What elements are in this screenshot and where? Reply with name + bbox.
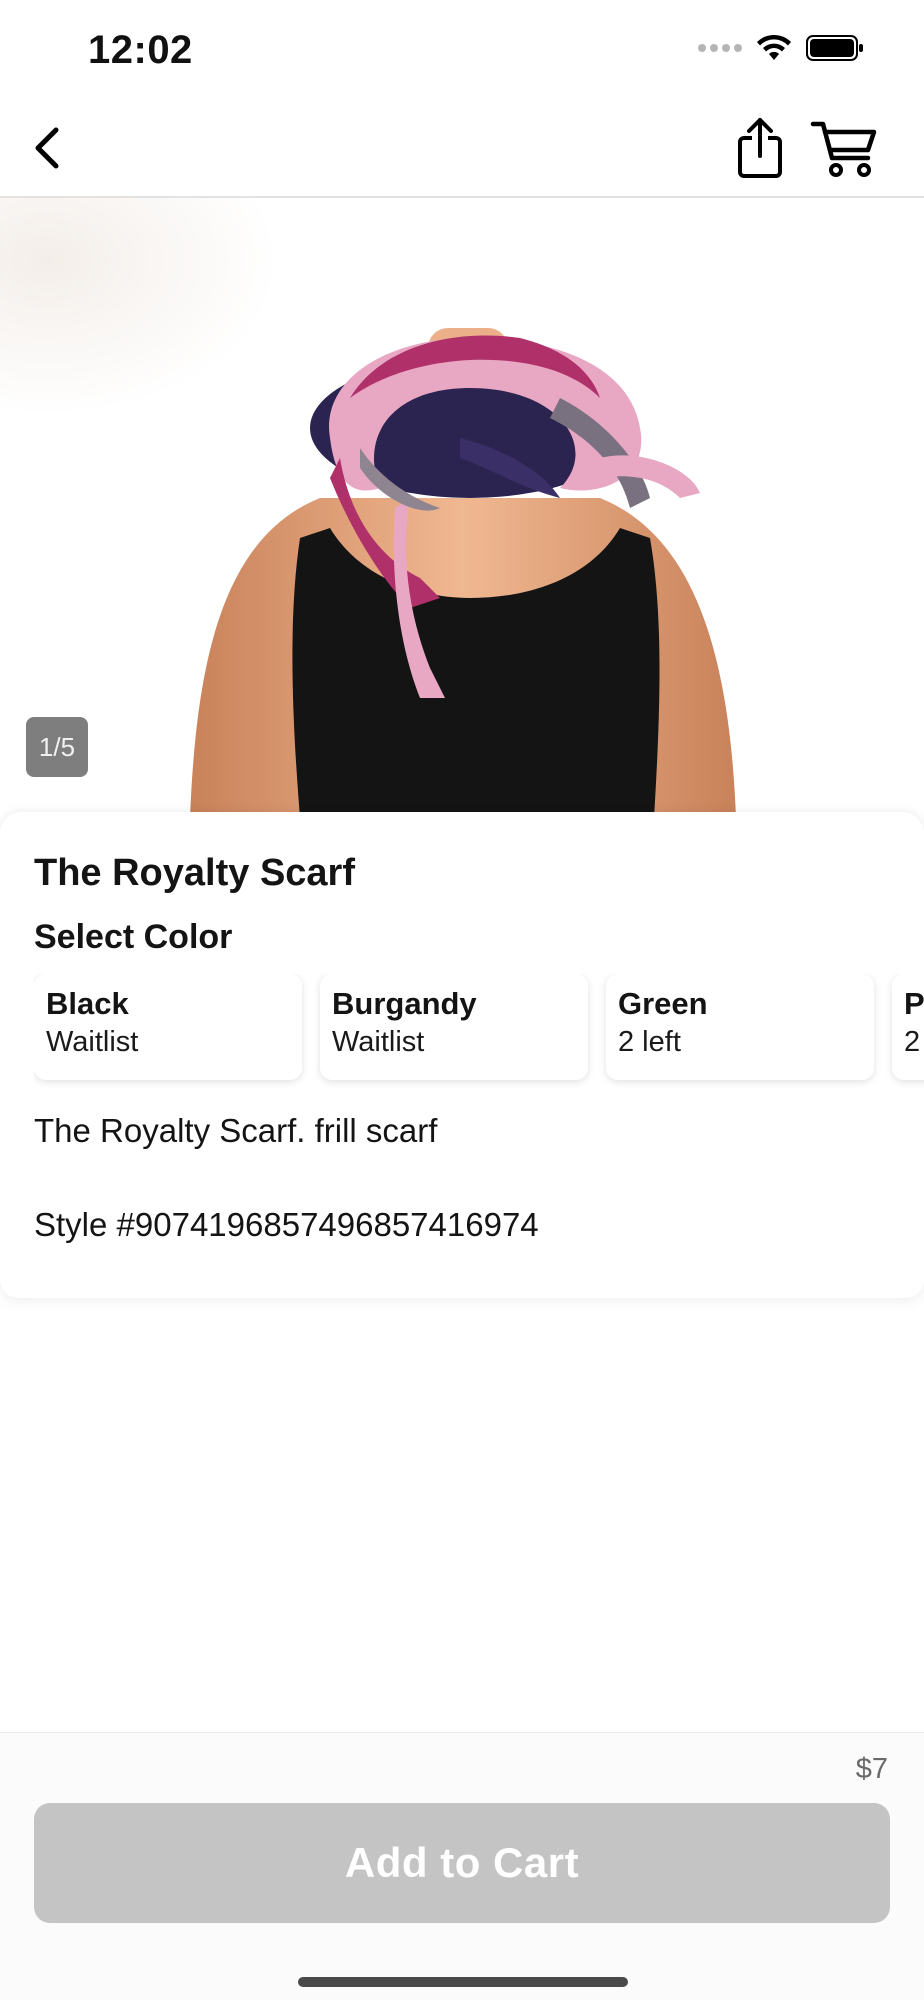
battery-icon — [806, 35, 863, 61]
product-info-card: The Royalty Scarf Select Color Black Wai… — [0, 812, 924, 1298]
cart-button[interactable] — [810, 118, 880, 180]
product-detail-screen: 12:02 1/5 The Royalty Scarf Select Color… — [0, 0, 924, 2000]
color-option-name: Burgandy — [332, 986, 477, 1021]
status-time: 12:02 — [88, 28, 193, 72]
navigation-bar — [0, 100, 924, 198]
select-color-label: Select Color — [34, 918, 233, 956]
status-bar: 12:02 — [0, 0, 924, 100]
color-option-black[interactable]: Black Waitlist — [34, 974, 302, 1080]
chevron-left-icon — [35, 127, 59, 169]
color-option-availability: Waitlist — [332, 1026, 425, 1058]
color-option-pink[interactable]: Pink 2 left — [892, 974, 924, 1080]
product-style-number: Style #907419685749685741697​4 — [34, 1206, 539, 1243]
color-option-name: Green — [618, 986, 708, 1021]
share-icon — [738, 118, 782, 178]
product-title: The Royalty Scarf — [34, 852, 355, 894]
home-indicator[interactable] — [298, 1977, 628, 1987]
cart-icon — [810, 121, 877, 177]
color-option-name: Pink — [904, 986, 924, 1021]
color-option-burgandy[interactable]: Burgandy Waitlist — [320, 974, 588, 1080]
status-icons — [698, 34, 864, 62]
color-option-availability: 2 left — [904, 1026, 924, 1058]
product-image-gallery[interactable] — [0, 198, 924, 818]
wifi-icon — [757, 34, 791, 60]
color-option-availability: 2 left — [618, 1026, 681, 1058]
share-button[interactable] — [730, 116, 790, 180]
cellular-signal-icon — [698, 44, 742, 52]
color-option-green[interactable]: Green 2 left — [606, 974, 874, 1080]
product-description: The Royalty Scarf. frill scarf — [34, 1112, 438, 1149]
add-to-cart-button[interactable]: Add to Cart — [34, 1803, 890, 1923]
checkout-bar: $7 Add to Cart — [0, 1732, 924, 2000]
back-button[interactable] — [22, 122, 74, 174]
product-price: $7 — [855, 1753, 888, 1785]
product-photo — [0, 198, 924, 818]
color-options-scroller[interactable]: Black Waitlist Burgandy Waitlist Green 2… — [34, 974, 924, 1094]
color-option-name: Black — [46, 986, 129, 1021]
color-option-availability: Waitlist — [46, 1026, 139, 1058]
image-counter-badge: 1/5 — [26, 717, 88, 777]
